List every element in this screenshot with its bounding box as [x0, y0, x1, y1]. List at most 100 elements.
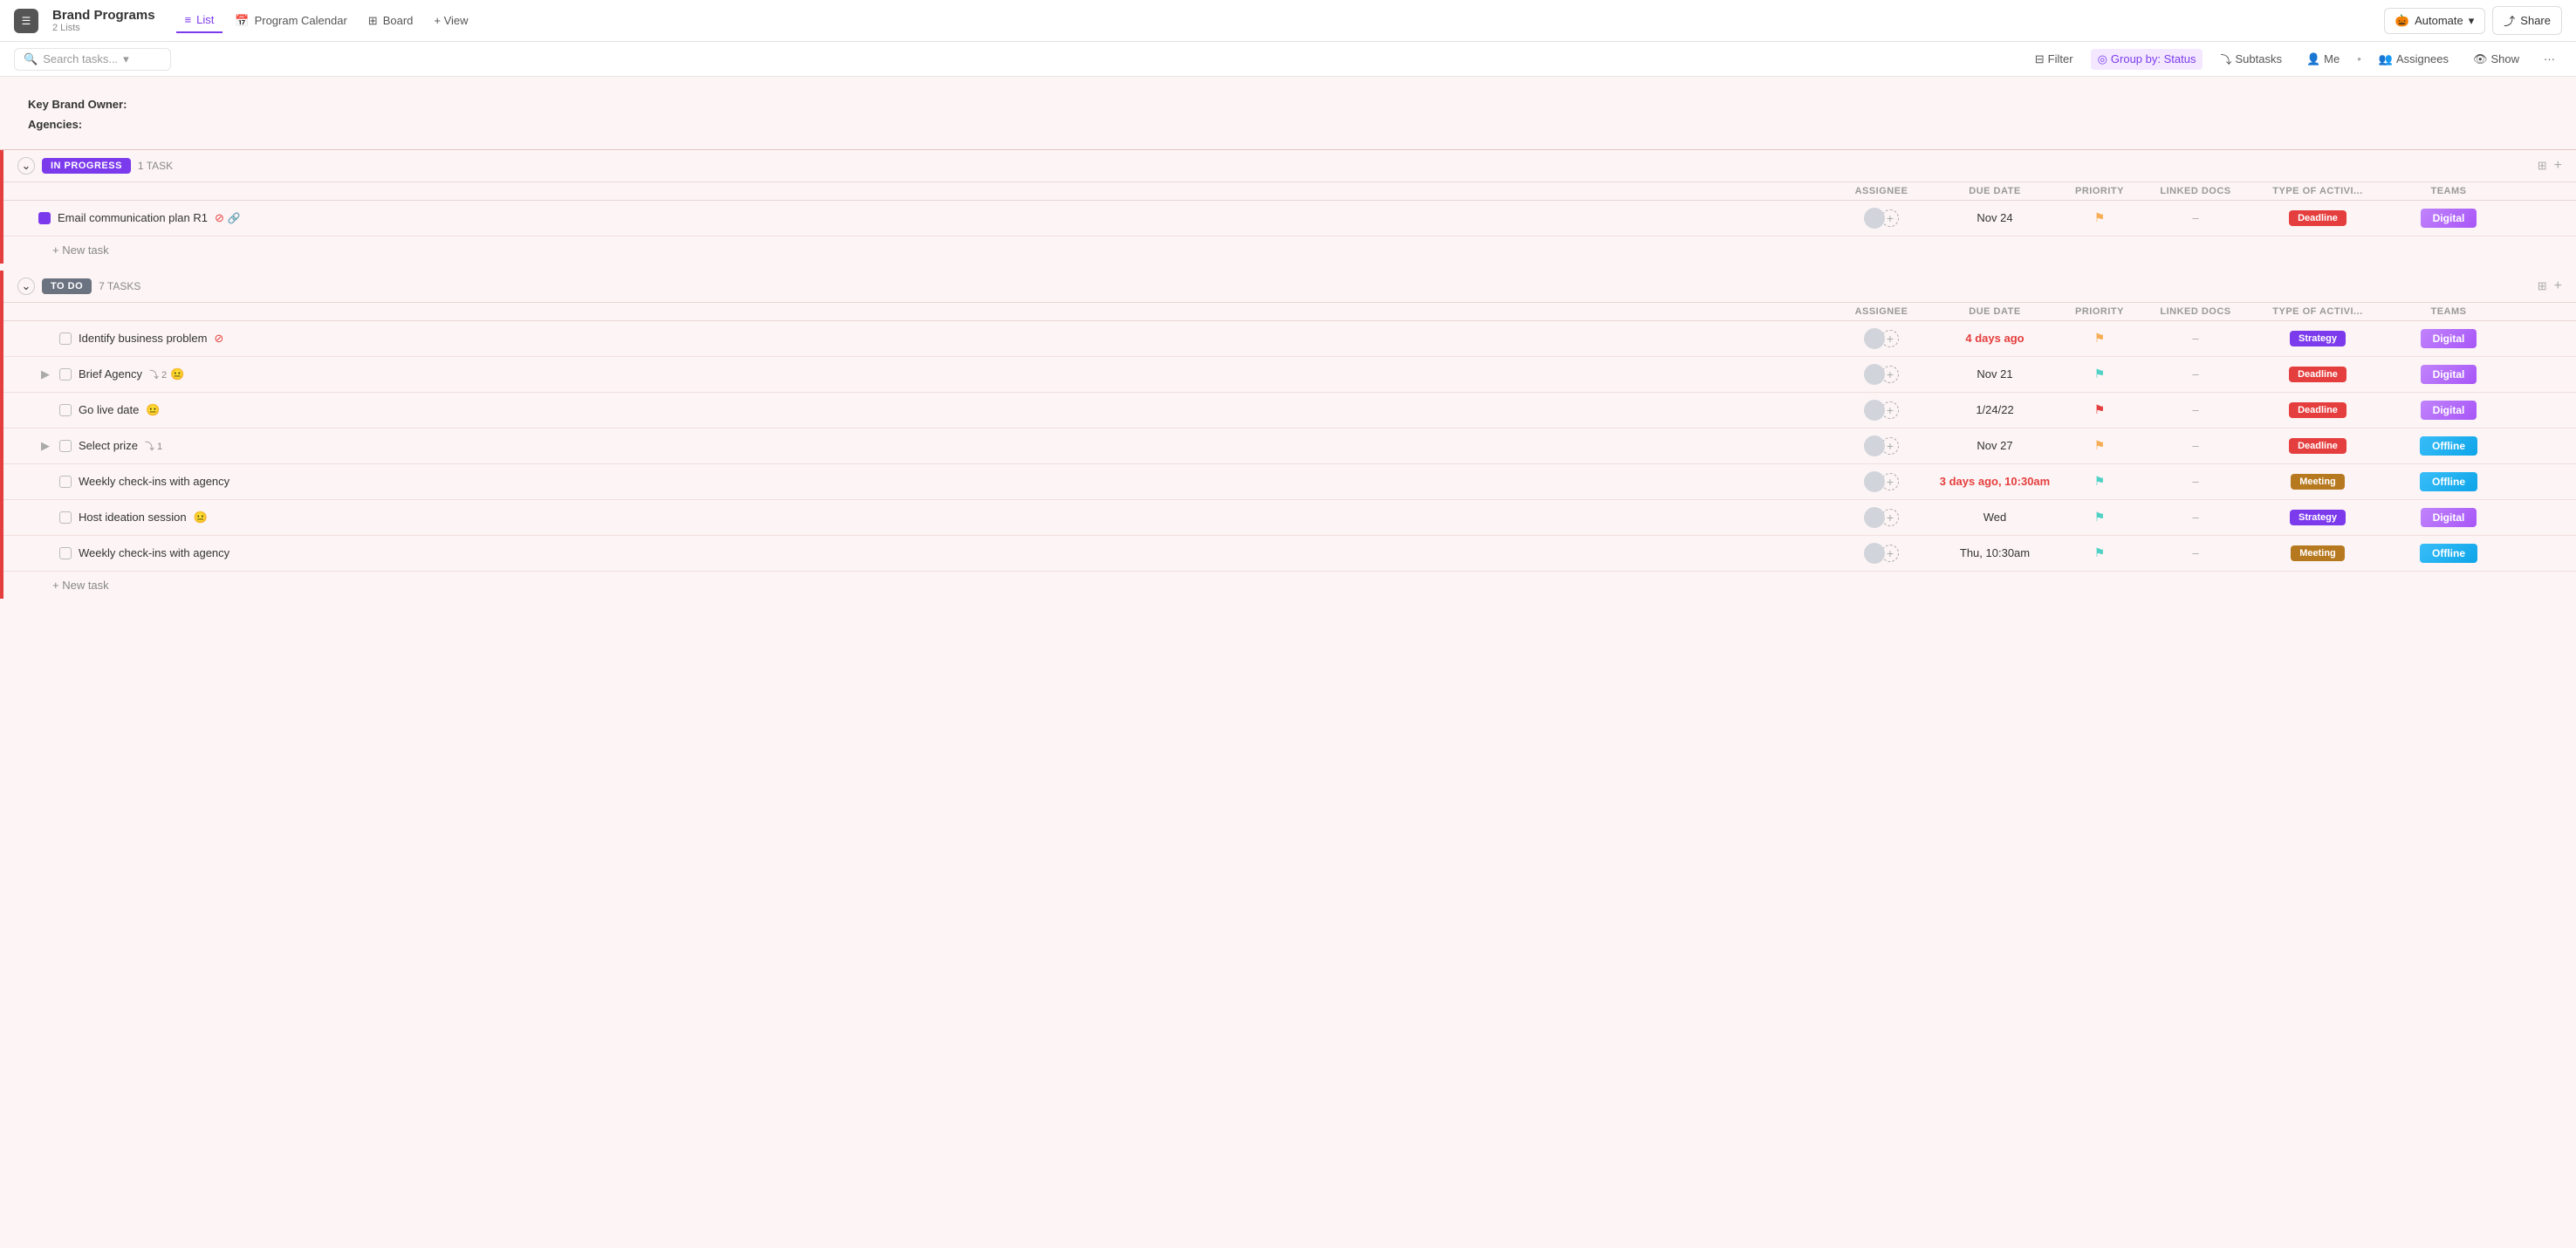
table-row[interactable]: Weekly check-ins with agency + 3 days ag… — [3, 464, 2576, 500]
table-row[interactable]: Weekly check-ins with agency + Thu, 10:3… — [3, 536, 2576, 572]
task-checkbox-t3[interactable] — [59, 368, 72, 381]
assignee-cell-t5: + — [1829, 435, 1934, 456]
task-icons-t7: 😐 — [194, 511, 208, 525]
task-name-t3: Brief Agency — [79, 367, 142, 381]
search-box[interactable]: 🔍 Search tasks... ▾ — [14, 48, 171, 71]
expand-t5[interactable]: ▶ — [38, 439, 52, 453]
type-badge-t8: Meeting — [2291, 545, 2345, 561]
linked-t2: – — [2143, 332, 2248, 345]
expand-t6[interactable] — [38, 475, 52, 489]
emoji-t4: 😐 — [146, 403, 160, 417]
new-task-todo[interactable]: + New task — [3, 572, 2576, 599]
priority-t8: ⚑ — [2056, 545, 2143, 560]
col-linked-1: LINKED DOCS — [2143, 186, 2248, 196]
tab-view-label: + View — [434, 14, 468, 27]
project-sub: 2 Lists — [52, 23, 155, 33]
task-checkbox-t7[interactable] — [59, 511, 72, 524]
tab-view[interactable]: + View — [425, 9, 476, 32]
task-checkbox-t4[interactable] — [59, 404, 72, 416]
task-checkbox-t1[interactable] — [38, 212, 51, 224]
col-priority-todo: PRIORITY — [2056, 306, 2143, 317]
group-by-button[interactable]: ◎ Group by: Status — [2091, 49, 2203, 70]
type-t1: Deadline — [2248, 210, 2388, 226]
app-icon: ☰ — [14, 9, 38, 33]
expand-t4[interactable] — [38, 403, 52, 417]
table-row[interactable]: Email communication plan R1 ⊘ 🔗 + Nov 24… — [3, 201, 2576, 237]
more-label: ··· — [2544, 52, 2555, 65]
tab-list[interactable]: ≡ List — [176, 8, 223, 33]
collapse-todo[interactable]: ⌄ — [17, 278, 35, 295]
col-due-todo: DUE DATE — [1934, 306, 2056, 317]
table-row[interactable]: ▶ Select prize ⤵ 1 + Nov 27 ⚑ – Deadline… — [3, 429, 2576, 464]
table-row[interactable]: Identify business problem ⊘ + 4 days ago… — [3, 321, 2576, 357]
info-line1: Key Brand Owner: — [28, 98, 127, 111]
type-t8: Meeting — [2248, 545, 2388, 561]
nav-tabs: ≡ List 📅 Program Calendar ⊞ Board + View — [176, 8, 477, 33]
section-header-in-progress: ⌄ IN PROGRESS 1 TASK ⊞ + — [3, 150, 2576, 182]
automate-button[interactable]: 🎃 Automate ▾ — [2384, 8, 2485, 34]
show-icon: 👁 — [2473, 52, 2488, 66]
expand-t8[interactable] — [38, 546, 52, 560]
status-badge-todo: TO DO — [42, 278, 92, 294]
me-button[interactable]: 👤 Me — [2299, 49, 2346, 70]
show-button[interactable]: 👁 Show — [2466, 49, 2526, 70]
new-task-in-progress[interactable]: + New task — [3, 237, 2576, 264]
table-row[interactable]: Host ideation session 😐 + Wed ⚑ – Strate… — [3, 500, 2576, 536]
col-grid-1 — [2510, 186, 2541, 196]
avatar-t1 — [1864, 208, 1885, 229]
dot-separator: • — [2357, 52, 2361, 65]
tab-board[interactable]: ⊞ Board — [360, 9, 422, 33]
share-button[interactable]: ⤴ Share — [2492, 6, 2562, 35]
task-name-t5: Select prize — [79, 439, 138, 452]
assignee-cell-t6: + — [1829, 471, 1934, 492]
avatar-t4 — [1864, 400, 1885, 421]
tab-calendar[interactable]: 📅 Program Calendar — [226, 9, 355, 33]
table-row[interactable]: ▶ Brief Agency ⤵ 2 😐 + Nov 21 ⚑ – Deadli… — [3, 357, 2576, 393]
automate-label: Automate — [2415, 14, 2463, 27]
priority-t3: ⚑ — [2056, 367, 2143, 381]
assignee-cell-t1: + — [1829, 208, 1934, 229]
type-badge-t2: Strategy — [2290, 331, 2346, 346]
expand-t7[interactable] — [38, 511, 52, 525]
assignee-cell-t7: + — [1829, 507, 1934, 528]
flag-icon-t7: ⚑ — [2094, 510, 2106, 525]
task-count-todo: 7 TASKS — [99, 280, 140, 292]
assignee-cell-t4: + — [1829, 400, 1934, 421]
assignees-button[interactable]: 👥 Assignees — [2372, 49, 2456, 70]
subtasks-label: Subtasks — [2235, 52, 2281, 65]
stop-icon-t2: ⊘ — [214, 332, 223, 346]
task-name-cell-t3: ▶ Brief Agency ⤵ 2 😐 — [38, 367, 1829, 381]
main-content: Key Brand Owner: Agencies: ⌄ IN PROGRESS… — [0, 77, 2576, 1248]
search-chevron: ▾ — [123, 52, 129, 66]
linked-t7: – — [2143, 511, 2248, 524]
table-row[interactable]: Go live date 😐 + 1/24/22 ⚑ – Deadline Di… — [3, 393, 2576, 429]
task-checkbox-t8[interactable] — [59, 547, 72, 559]
task-checkbox-t5[interactable] — [59, 440, 72, 452]
task-name-cell-t8: Weekly check-ins with agency — [38, 546, 1829, 560]
search-icon: 🔍 — [24, 52, 38, 66]
task-name-t8: Weekly check-ins with agency — [79, 546, 230, 559]
type-t2: Strategy — [2248, 331, 2388, 346]
grid-icon[interactable]: ⊞ — [2538, 159, 2547, 173]
expand-t3[interactable]: ▶ — [38, 367, 52, 381]
task-checkbox-t6[interactable] — [59, 476, 72, 488]
more-button[interactable]: ··· — [2537, 49, 2562, 69]
subtasks-button[interactable]: ⤵ Subtasks — [2213, 47, 2289, 71]
task-checkbox-t2[interactable] — [59, 333, 72, 345]
expand-t2[interactable] — [38, 332, 52, 346]
filter-button[interactable]: ⊟ Filter — [2028, 49, 2080, 70]
teams-t8: Offline — [2388, 544, 2510, 563]
priority-t1: ⚑ — [2056, 210, 2143, 225]
team-badge-t2: Digital — [2421, 329, 2477, 348]
add-task-in-progress[interactable]: + — [2554, 158, 2562, 174]
toolbar-actions: ⊟ Filter ◎ Group by: Status ⤵ Subtasks 👤… — [2028, 47, 2562, 71]
col-name — [38, 186, 1829, 196]
top-bar: ☰ Brand Programs 2 Lists ≡ List 📅 Progra… — [0, 0, 2576, 42]
emoji-t7: 😐 — [194, 511, 208, 525]
subtask-count-t5: ⤵ 1 — [145, 439, 162, 453]
add-task-todo[interactable]: + — [2554, 278, 2562, 294]
grid-icon-todo[interactable]: ⊞ — [2538, 279, 2547, 293]
col-plus-1 — [2541, 186, 2562, 196]
collapse-in-progress[interactable]: ⌄ — [17, 157, 35, 175]
tab-list-label: List — [196, 13, 214, 26]
